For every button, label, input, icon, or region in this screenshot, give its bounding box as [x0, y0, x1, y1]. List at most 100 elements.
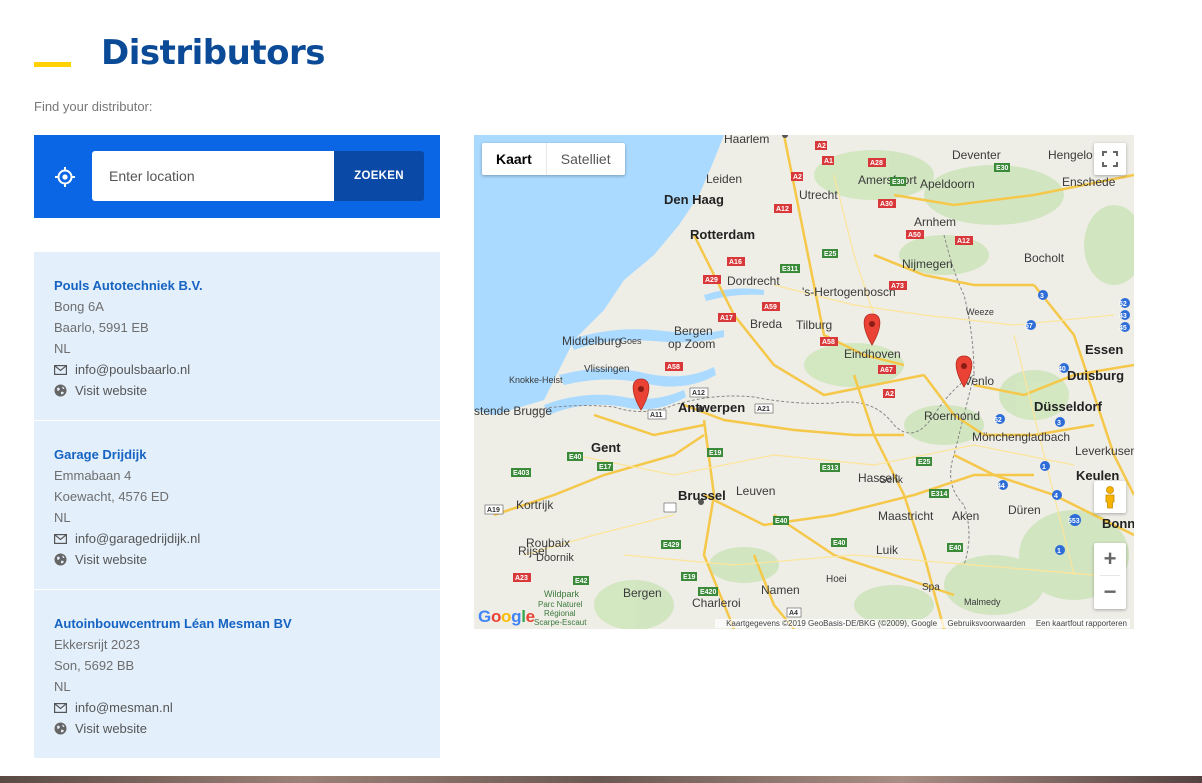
map-label: Amersfoort: [858, 173, 917, 187]
map-label: Luik: [876, 543, 899, 557]
svg-text:44: 44: [997, 483, 1005, 490]
distributor-email-link[interactable]: info@mesman.nl: [75, 697, 173, 718]
map-type-kaart-button[interactable]: Kaart: [482, 143, 546, 175]
map-label: Apeldoorn: [920, 177, 975, 191]
distributor-name-link[interactable]: Garage Drijdijk: [54, 444, 420, 465]
map-label: Leuven: [736, 484, 775, 498]
distributor-country: NL: [54, 510, 71, 525]
svg-text:553: 553: [1068, 518, 1080, 525]
map-label: Kortrijk: [516, 498, 554, 512]
map-label: Goes: [620, 336, 642, 346]
map-label: Scarpe-Escaut: [534, 618, 587, 627]
svg-text:E30: E30: [996, 165, 1009, 172]
distributor-map[interactable]: Haarlem Den Haag Leiden Utrecht Amersfoo…: [474, 135, 1134, 629]
map-label: Arnhem: [914, 215, 956, 229]
map-label: Aken: [952, 509, 979, 523]
terms-link[interactable]: Gebruiksvoorwaarden: [947, 619, 1025, 628]
map-label: Leiden: [706, 172, 742, 186]
svg-text:E311: E311: [782, 266, 798, 273]
map-label: Namen: [761, 583, 800, 597]
crosshair-icon[interactable]: [54, 166, 76, 188]
fullscreen-icon[interactable]: [1094, 143, 1126, 175]
location-search-input[interactable]: [92, 151, 334, 201]
distributor-list: Pouls Autotechniek B.V. Bong 6A Baarlo, …: [34, 252, 440, 759]
pegman-icon[interactable]: [1094, 481, 1126, 513]
distributor-email-link[interactable]: info@poulsbaarlo.nl: [75, 359, 190, 380]
svg-text:A21: A21: [757, 406, 770, 413]
report-map-error-link[interactable]: Een kaartfout rapporteren: [1036, 619, 1127, 628]
svg-text:E42: E42: [575, 578, 588, 585]
envelope-icon: [54, 364, 67, 375]
map-label: Roermond: [924, 409, 980, 423]
map-type-control: Kaart Satelliet: [482, 143, 625, 175]
visit-website-link[interactable]: Visit website: [75, 549, 147, 570]
map-label: Vlissingen: [584, 364, 630, 375]
svg-text:A2: A2: [793, 174, 802, 181]
svg-text:57: 57: [1025, 323, 1033, 330]
distributor-card: Autoinbouwcentrum Léan Mesman BV Ekkersr…: [34, 590, 440, 758]
distributor-email-link[interactable]: info@garagedrijdijk.nl: [75, 528, 200, 549]
svg-text:A30: A30: [880, 201, 893, 208]
svg-text:E30: E30: [892, 179, 905, 186]
svg-text:A58: A58: [822, 339, 835, 346]
title-accent-bar: [34, 62, 71, 67]
svg-text:A23: A23: [515, 575, 528, 582]
svg-text:3: 3: [1040, 293, 1044, 300]
map-label: Weeze: [966, 307, 994, 317]
map-label: Hoei: [826, 574, 847, 585]
map-label: Gent: [591, 440, 621, 455]
distributor-country: NL: [54, 341, 71, 356]
visit-website-link[interactable]: Visit website: [75, 380, 147, 401]
map-label: Régional: [544, 609, 576, 618]
map-label: Haarlem: [724, 135, 769, 146]
map-label: Knokke-Heist: [509, 375, 563, 385]
zoom-out-button[interactable]: −: [1094, 576, 1126, 608]
globe-icon: [54, 553, 67, 566]
map-attribution: Kaartgegevens ©2019 GeoBasis-DE/BKG (©20…: [715, 619, 1130, 628]
envelope-icon: [54, 702, 67, 713]
svg-text:A1: A1: [824, 158, 833, 165]
svg-text:52: 52: [1119, 301, 1127, 308]
svg-text:A59: A59: [764, 304, 777, 311]
distributor-card: Pouls Autotechniek B.V. Bong 6A Baarlo, …: [34, 252, 440, 420]
distributor-country: NL: [54, 679, 71, 694]
svg-text:E429: E429: [663, 542, 679, 549]
map-label: Charleroi: [692, 596, 741, 610]
svg-text:E40: E40: [569, 454, 582, 461]
envelope-icon: [54, 533, 67, 544]
map-label: stende Brugge: [474, 404, 552, 418]
svg-text:A50: A50: [908, 232, 921, 239]
svg-text:A2: A2: [817, 143, 826, 150]
search-button[interactable]: ZOEKEN: [334, 151, 424, 201]
svg-text:E19: E19: [683, 574, 696, 581]
zoom-in-button[interactable]: +: [1094, 543, 1126, 575]
svg-text:E314: E314: [931, 491, 947, 498]
distributor-name-link[interactable]: Pouls Autotechniek B.V.: [54, 275, 420, 296]
map-label: 's-Hertogenbosch: [802, 285, 896, 299]
svg-text:4: 4: [1054, 493, 1058, 500]
svg-text:E19: E19: [709, 450, 722, 457]
map-label: Antwerpen: [678, 400, 745, 415]
map-label: Malmedy: [964, 597, 1001, 607]
svg-text:A12: A12: [692, 390, 705, 397]
map-label: Bocholt: [1024, 251, 1065, 265]
map-label: Düsseldorf: [1034, 399, 1103, 414]
map-label: Breda: [750, 317, 782, 331]
svg-text:E40: E40: [775, 518, 788, 525]
svg-text:E25: E25: [918, 459, 931, 466]
map-type-satellite-button[interactable]: Satelliet: [545, 143, 625, 175]
zoom-control: + −: [1094, 543, 1126, 609]
map-label: Bergen: [623, 586, 662, 600]
svg-text:A16: A16: [729, 259, 742, 266]
google-logo[interactable]: Google: [478, 607, 535, 627]
svg-text:A4: A4: [789, 610, 798, 617]
visit-website-link[interactable]: Visit website: [75, 718, 147, 739]
distributor-street: Bong 6A: [54, 299, 104, 314]
map-label: Rotterdam: [690, 227, 755, 242]
map-canvas[interactable]: Haarlem Den Haag Leiden Utrecht Amersfoo…: [474, 135, 1134, 629]
map-label: Essen: [1085, 342, 1123, 357]
svg-text:43: 43: [1119, 313, 1127, 320]
location-search-panel: ZOEKEN: [34, 135, 440, 218]
distributor-name-link[interactable]: Autoinbouwcentrum Léan Mesman BV: [54, 613, 420, 634]
distributor-city: Baarlo, 5991 EB: [54, 320, 149, 335]
